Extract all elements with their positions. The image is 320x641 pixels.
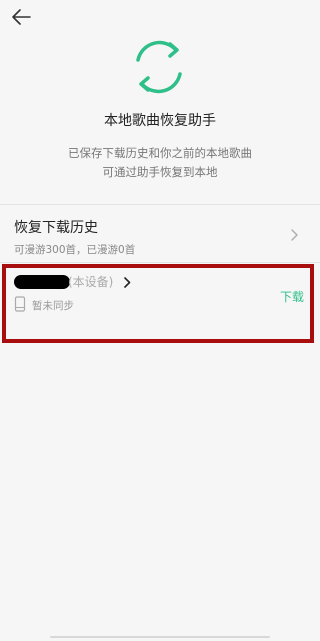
sync-arrows-icon bbox=[136, 40, 182, 94]
description-line-1: 已保存下载历史和你之前的本地歌曲 bbox=[68, 146, 252, 160]
arrow-left-icon bbox=[12, 9, 31, 25]
restore-history-title: 恢复下载历史 bbox=[14, 220, 98, 236]
home-indicator bbox=[50, 636, 270, 638]
chevron-right-icon bbox=[291, 229, 298, 241]
restore-history-subtitle: 可漫游300首，已漫游0首 bbox=[14, 244, 136, 256]
divider bbox=[0, 262, 320, 263]
description-line-2: 可通过助手恢复到本地 bbox=[102, 165, 218, 179]
device-row[interactable]: (本设备) 暂未同步 下载 bbox=[2, 264, 314, 343]
phone-icon bbox=[14, 296, 26, 312]
device-name-suffix: (本设备) bbox=[68, 275, 114, 289]
sync-status: 暂未同步 bbox=[32, 300, 74, 312]
restore-history-row[interactable]: 恢复下载历史 可漫游300首，已漫游0首 bbox=[0, 205, 320, 261]
back-button[interactable] bbox=[8, 4, 34, 30]
download-button[interactable]: 下载 bbox=[280, 288, 304, 305]
chevron-right-icon[interactable] bbox=[123, 277, 131, 288]
page-title: 本地歌曲恢复助手 bbox=[104, 113, 216, 129]
redacted-device-name bbox=[14, 275, 70, 289]
